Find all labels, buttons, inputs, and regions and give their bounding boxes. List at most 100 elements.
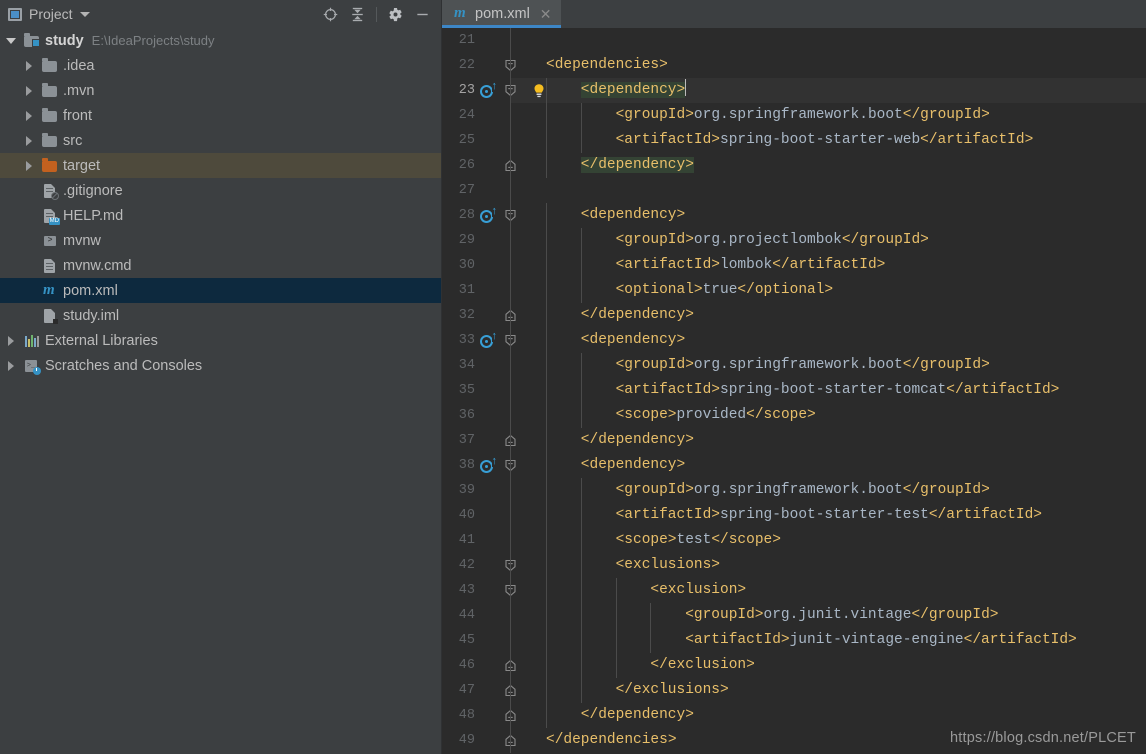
code-line[interactable]: 46 </exclusion>: [442, 653, 1146, 678]
hide-panel-icon[interactable]: [409, 3, 436, 25]
chevron-right-icon[interactable]: [6, 360, 17, 371]
maven-reimport-icon[interactable]: ↑: [480, 81, 497, 99]
fold-collapse-icon[interactable]: [504, 209, 518, 223]
fold-end-icon[interactable]: [504, 309, 518, 323]
fold-collapse-icon[interactable]: [504, 59, 518, 73]
code-line[interactable]: 26 </dependency>: [442, 153, 1146, 178]
tree-item-mvnw[interactable]: > mvnw: [0, 228, 442, 253]
code-text: <dependency>: [581, 453, 685, 478]
tree-item-study[interactable]: study E:\IdeaProjects\study: [0, 28, 442, 53]
code-line[interactable]: 41 <scope>test</scope>: [442, 528, 1146, 553]
tree-item-external-libraries[interactable]: External Libraries: [0, 328, 442, 353]
maven-reimport-icon[interactable]: ↑: [480, 206, 497, 224]
code-line[interactable]: 29 <groupId>org.projectlombok</groupId>: [442, 228, 1146, 253]
chevron-down-icon[interactable]: [6, 35, 17, 46]
tree-item-target[interactable]: target: [0, 153, 442, 178]
editor-tab-pom-xml[interactable]: m pom.xml ✕: [442, 0, 561, 28]
code-line[interactable]: 27: [442, 178, 1146, 203]
code-line[interactable]: 35 <artifactId>spring-boot-starter-tomcat…: [442, 378, 1146, 403]
settings-gear-icon[interactable]: [382, 3, 409, 25]
fold-end-icon[interactable]: [504, 159, 518, 173]
xml-tag: <dependency>: [580, 332, 686, 348]
tree-item-src[interactable]: src: [0, 128, 442, 153]
code-line[interactable]: 36 <scope>provided</scope>: [442, 403, 1146, 428]
code-line[interactable]: 44 <groupId>org.junit.vintage</groupId>: [442, 603, 1146, 628]
code-line[interactable]: 47 </exclusions>: [442, 678, 1146, 703]
maven-reimport-icon[interactable]: ↑: [480, 331, 497, 349]
code-line[interactable]: 30 <artifactId>lombok</artifactId>: [442, 253, 1146, 278]
code-line[interactable]: 43 <exclusion>: [442, 578, 1146, 603]
chevron-right-icon[interactable]: [24, 110, 35, 121]
line-number: 46: [458, 658, 475, 673]
locate-icon[interactable]: [317, 3, 344, 25]
line-number: 23: [458, 83, 475, 98]
fold-end-icon[interactable]: [504, 709, 518, 723]
fold-end-icon[interactable]: [504, 434, 518, 448]
code-line[interactable]: 34 <groupId>org.springframework.boot</gro…: [442, 353, 1146, 378]
gutter-line: [510, 203, 511, 228]
code-line[interactable]: 39 <groupId>org.springframework.boot</gro…: [442, 478, 1146, 503]
code-line[interactable]: 23 ↑ <dependency>: [442, 78, 1146, 103]
code-line[interactable]: 32 </dependency>: [442, 303, 1146, 328]
fold-collapse-icon[interactable]: [504, 584, 518, 598]
xml-tag: <groupId>: [615, 357, 694, 373]
chevron-right-icon[interactable]: [24, 135, 35, 146]
xml-tag: </groupId>: [902, 482, 990, 498]
code-line[interactable]: 37 </dependency>: [442, 428, 1146, 453]
code-line[interactable]: 48 </dependency>: [442, 703, 1146, 728]
code-line[interactable]: 45 <artifactId>junit-vintage-engine</arti…: [442, 628, 1146, 653]
gitignore-file-icon: [42, 183, 59, 200]
tree-item-pom-xml[interactable]: m pom.xml: [0, 278, 442, 303]
tree-item-idea[interactable]: .idea: [0, 53, 442, 78]
code-line[interactable]: 42 <exclusions>: [442, 553, 1146, 578]
tree-item-help-md[interactable]: MD HELP.md: [0, 203, 442, 228]
code-line[interactable]: 31 <optional>true</optional>: [442, 278, 1146, 303]
tree-item-scratches-and-consoles[interactable]: >_ Scratches and Consoles: [0, 353, 442, 378]
chevron-right-icon[interactable]: [24, 85, 35, 96]
indent-guide: [546, 103, 547, 128]
xml-tag: </dependency>: [580, 432, 694, 448]
tree-item-mvn[interactable]: .mvn: [0, 78, 442, 103]
chevron-right-icon[interactable]: [6, 335, 17, 346]
code-line[interactable]: 21: [442, 28, 1146, 53]
project-panel-title-group[interactable]: Project: [8, 6, 90, 22]
fold-collapse-icon[interactable]: [504, 559, 518, 573]
tree-item-gitignore[interactable]: .gitignore: [0, 178, 442, 203]
code-line[interactable]: 38 ↑ <dependency>: [442, 453, 1146, 478]
ide-window: Project study E:\IdeaProjects\study .ide…: [0, 0, 1146, 754]
xml-tag: <artifactId>: [685, 632, 790, 648]
project-panel-icon: [8, 7, 22, 21]
tree-item-mvnw-cmd[interactable]: mvnw.cmd: [0, 253, 442, 278]
line-number: 45: [458, 633, 475, 648]
close-icon[interactable]: ✕: [540, 7, 552, 21]
indent-guide: [580, 528, 582, 553]
xml-tag: </groupId>: [841, 232, 929, 248]
fold-collapse-icon[interactable]: [504, 459, 518, 473]
chevron-right-icon[interactable]: [24, 60, 35, 71]
chevron-right-icon[interactable]: [24, 160, 35, 171]
maven-reimport-icon[interactable]: ↑: [480, 456, 497, 474]
tree-item-study-iml[interactable]: study.iml: [0, 303, 442, 328]
code-line[interactable]: 28 ↑ <dependency>: [442, 203, 1146, 228]
collapse-all-icon[interactable]: [344, 3, 371, 25]
code-line[interactable]: 22 <dependencies>: [442, 53, 1146, 78]
fold-end-icon[interactable]: [504, 734, 518, 748]
project-tree[interactable]: study E:\IdeaProjects\study .idea .mvn front…: [0, 28, 442, 754]
code-viewport[interactable]: 21 22 <dependencies> 23 ↑ <dependency> 24 <grou…: [442, 28, 1146, 754]
code-line[interactable]: 25 <artifactId>spring-boot-starter-web</a…: [442, 128, 1146, 153]
code-line[interactable]: 40 <artifactId>spring-boot-starter-test</…: [442, 503, 1146, 528]
fold-end-icon[interactable]: [504, 684, 518, 698]
line-number: 25: [458, 133, 475, 148]
fold-collapse-icon[interactable]: [504, 84, 518, 98]
xml-tag: <artifactId>: [615, 507, 721, 523]
fold-end-icon[interactable]: [504, 659, 518, 673]
xml-tag: <dependency>: [580, 82, 686, 98]
tree-item-front[interactable]: front: [0, 103, 442, 128]
gutter-line: [510, 628, 511, 653]
gutter-line: [510, 253, 511, 278]
xml-value: junit-vintage-engine: [789, 632, 964, 648]
code-line[interactable]: 24 <groupId>org.springframework.boot</gro…: [442, 103, 1146, 128]
chevron-down-icon[interactable]: [79, 11, 90, 17]
code-line[interactable]: 33 ↑ <dependency>: [442, 328, 1146, 353]
fold-collapse-icon[interactable]: [504, 334, 518, 348]
